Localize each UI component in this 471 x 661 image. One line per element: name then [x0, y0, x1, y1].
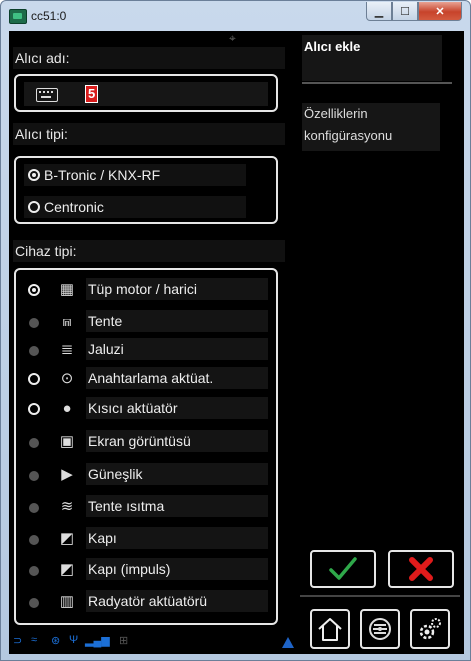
device-type-text: Jaluzi — [86, 338, 268, 360]
maximize-button[interactable]: ☐ — [392, 2, 418, 21]
sunshade-icon: ▶ — [61, 466, 73, 483]
radio-icon[interactable] — [28, 201, 40, 213]
device-type-text: Ekran görüntüsü — [86, 430, 268, 452]
device-type-row: ⩎ Tente — [24, 310, 281, 334]
device-type-label: Cihaz tipi: — [13, 240, 285, 262]
radio-disabled-icon — [29, 535, 39, 545]
window-title: cc51:0 — [31, 9, 67, 23]
form-panel: Alıcı adı: 5 Alıcı tipi: B-Tronic / KNX-… — [9, 31, 298, 654]
settings-button[interactable] — [410, 609, 450, 649]
cursor-icon: ⌖ — [229, 31, 236, 45]
device-type-box: ▦ Tüp motor / harici ⩎ Tente ≣ Jaluzi ⊙ … — [14, 268, 278, 625]
device-type-row[interactable]: ● Kısıcı aktüatör — [24, 397, 281, 421]
config-properties-button[interactable]: Özelliklerin konfigürasyonu — [302, 103, 440, 151]
side-panel: Alıcı ekle Özelliklerin konfigürasyonu — [298, 31, 464, 654]
device-menu-button[interactable] — [360, 609, 400, 649]
radio-disabled-icon — [29, 503, 39, 513]
app-window: cc51:0 ▁ ☐ ✕ Alıcı adı: 5 Alıcı tipi: B-… — [0, 0, 471, 661]
device-type-text: Tente ısıtma — [86, 495, 268, 517]
home-icon — [318, 618, 342, 641]
radio-disabled-icon — [29, 318, 39, 328]
gate-impulse-icon: ◩ — [59, 561, 75, 578]
device-type-row: ≣ Jaluzi — [24, 338, 281, 362]
radio-selected-icon[interactable] — [28, 284, 40, 296]
device-type-text: Kısıcı aktüatör — [86, 397, 268, 419]
receiver-name-value[interactable]: 5 — [84, 85, 99, 103]
tube-motor-icon: ▦ — [59, 281, 75, 298]
divider — [300, 595, 460, 597]
plug-icon: ⊃ — [13, 635, 23, 647]
device-type-row: ◩ Kapı — [24, 527, 281, 551]
lan-icon: ⊞ — [119, 635, 129, 647]
blind-icon: ≣ — [60, 341, 74, 358]
fan-icon — [369, 618, 391, 640]
signal-strength-icon: ▂▄▆ — [85, 635, 110, 647]
device-type-row: ◩ Kapı (impuls) — [24, 558, 281, 582]
scroll-up-icon[interactable] — [282, 637, 294, 648]
device-type-text: Radyatör aktüatörü — [86, 590, 268, 612]
checkmark-icon — [329, 557, 357, 580]
app-icon — [9, 9, 27, 24]
receiver-type-label-btronic: B-Tronic / KNX-RF — [44, 167, 161, 183]
device-type-text: Güneşlik — [86, 463, 268, 485]
receiver-type-label-centronic: Centronic — [44, 199, 104, 215]
close-window-button[interactable]: ✕ — [418, 2, 462, 21]
receiver-type-box: B-Tronic / KNX-RF Centronic — [14, 156, 278, 224]
device-type-text: Anahtarlama aktüat. — [86, 367, 268, 389]
device-type-row: ▣ Ekran görüntüsü — [24, 430, 281, 454]
antenna-icon: Ψ — [69, 634, 79, 646]
status-bar: ⊃ ≈ ⊛ Ψ ▂▄▆ ⊞ — [9, 629, 298, 654]
cancel-button[interactable] — [388, 550, 454, 588]
receiver-name-label: Alıcı adı: — [13, 47, 285, 69]
radiator-icon: ▥ — [59, 593, 75, 610]
radio-disabled-icon — [29, 566, 39, 576]
device-type-row: ▥ Radyatör aktüatörü — [24, 590, 281, 614]
awning-heating-icon: ≋ — [60, 498, 74, 515]
gears-icon — [419, 618, 441, 640]
device-type-row: ≋ Tente ısıtma — [24, 495, 281, 519]
radio-selected-icon[interactable] — [28, 169, 40, 181]
screen-icon: ▣ — [59, 433, 75, 450]
device-type-row[interactable]: ⊙ Anahtarlama aktüat. — [24, 367, 281, 391]
device-type-text: Kapı — [86, 527, 268, 549]
device-type-text: Kapı (impuls) — [86, 558, 268, 580]
radio-icon[interactable] — [28, 403, 40, 415]
awning-icon: ⩎ — [62, 313, 72, 330]
confirm-button[interactable] — [310, 550, 376, 588]
receiver-type-option[interactable]: B-Tronic / KNX-RF — [24, 164, 246, 186]
client-area: Alıcı adı: 5 Alıcı tipi: B-Tronic / KNX-… — [9, 31, 464, 654]
bulb-icon: ● — [62, 400, 72, 417]
receiver-name-field[interactable]: 5 — [24, 82, 268, 106]
title-bar[interactable]: cc51:0 ▁ ☐ ✕ — [1, 1, 470, 31]
device-type-text: Tente — [86, 310, 268, 332]
radio-disabled-icon — [29, 598, 39, 608]
receiver-type-label: Alıcı tipi: — [13, 123, 285, 145]
receiver-type-option[interactable]: Centronic — [24, 196, 246, 218]
radio-disabled-icon — [29, 471, 39, 481]
device-type-row: ▶ Güneşlik — [24, 463, 281, 487]
keyboard-icon[interactable] — [36, 88, 58, 102]
home-button[interactable] — [310, 609, 350, 649]
network-icon: ⊛ — [51, 635, 61, 647]
x-icon — [409, 557, 433, 581]
radio-wave-icon: ≈ — [31, 634, 38, 646]
gate-icon: ◩ — [59, 530, 75, 547]
radio-disabled-icon — [29, 438, 39, 448]
divider — [302, 82, 452, 84]
device-type-row[interactable]: ▦ Tüp motor / harici — [24, 278, 281, 302]
socket-icon: ⊙ — [60, 370, 74, 387]
radio-icon[interactable] — [28, 373, 40, 385]
page-title: Alıcı ekle — [302, 35, 442, 81]
minimize-button[interactable]: ▁ — [366, 2, 392, 21]
receiver-name-box: 5 — [14, 74, 278, 112]
device-type-text: Tüp motor / harici — [86, 278, 268, 300]
radio-disabled-icon — [29, 346, 39, 356]
